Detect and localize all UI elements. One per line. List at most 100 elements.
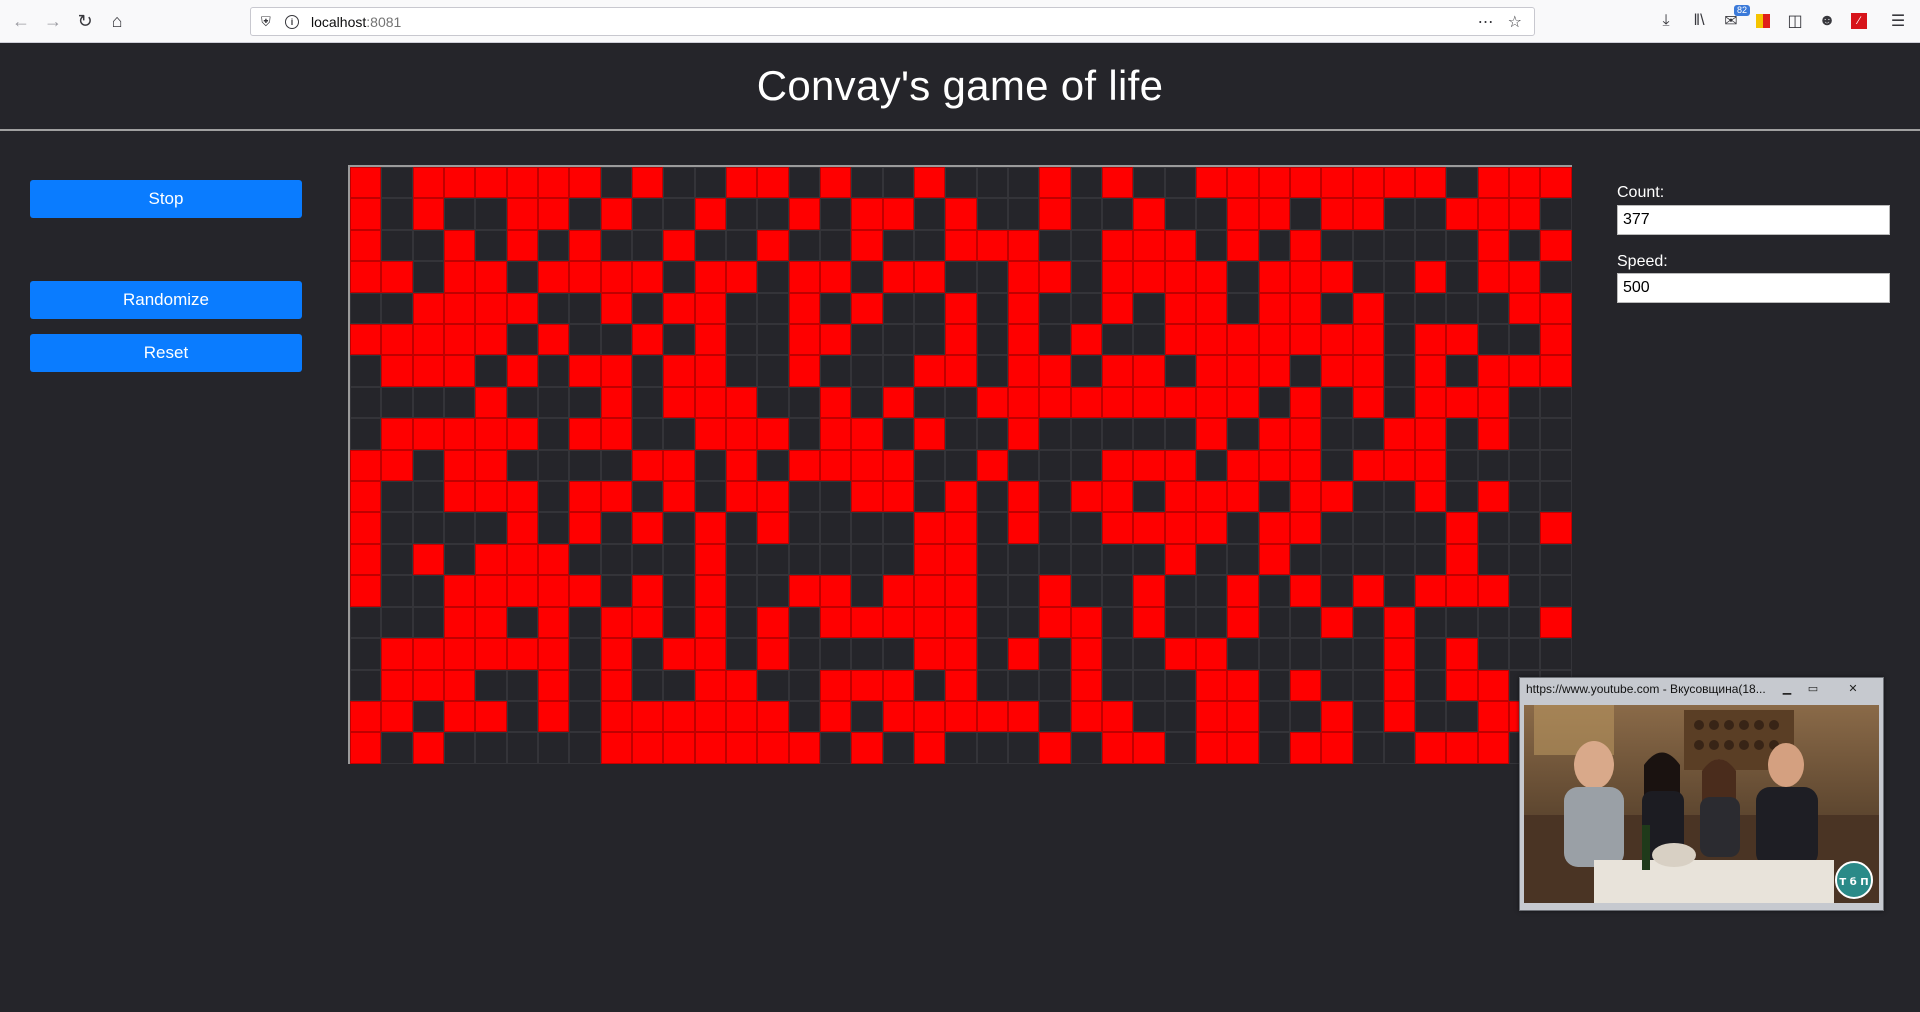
live-cell[interactable] [1289,669,1322,701]
live-cell[interactable] [1070,386,1102,419]
live-cell[interactable] [1258,543,1290,576]
live-cell[interactable] [945,700,977,733]
dead-cell[interactable] [1383,355,1416,387]
live-cell[interactable] [1383,606,1416,639]
dead-cell[interactable] [945,418,977,450]
live-cell[interactable] [1164,386,1196,419]
live-cell[interactable] [600,292,632,325]
live-cell[interactable] [1227,606,1259,639]
dead-cell[interactable] [694,449,726,482]
dead-cell[interactable] [381,575,413,607]
live-cell[interactable] [1258,512,1290,544]
dead-cell[interactable] [663,167,695,199]
dead-cell[interactable] [913,292,946,325]
dead-cell[interactable] [757,449,789,482]
live-cell[interactable] [1289,386,1322,419]
live-cell[interactable] [1289,449,1322,482]
live-cell[interactable] [1195,732,1228,764]
live-cell[interactable] [569,261,601,293]
live-cell[interactable] [757,512,789,544]
dead-cell[interactable] [976,324,1008,356]
live-cell[interactable] [443,669,476,701]
dead-cell[interactable] [600,324,632,356]
dead-cell[interactable] [1195,575,1228,607]
dead-cell[interactable] [1101,638,1134,670]
live-cell[interactable] [1101,355,1134,387]
live-cell[interactable] [1383,167,1416,199]
live-cell[interactable] [506,418,538,450]
live-cell[interactable] [1352,324,1384,356]
dead-cell[interactable] [381,167,413,199]
dead-cell[interactable] [725,512,758,544]
live-cell[interactable] [631,449,664,482]
live-cell[interactable] [1101,292,1134,325]
dead-cell[interactable] [788,418,820,450]
live-cell[interactable] [725,386,758,419]
live-cell[interactable] [1415,418,1447,450]
dead-cell[interactable] [1007,167,1040,199]
live-cell[interactable] [443,355,476,387]
dead-cell[interactable] [381,481,413,513]
live-cell[interactable] [788,198,820,230]
live-cell[interactable] [663,732,695,764]
dead-cell[interactable] [1509,575,1541,607]
dead-cell[interactable] [1289,606,1322,639]
dead-cell[interactable] [913,669,946,701]
live-cell[interactable] [600,700,632,733]
live-cell[interactable] [1007,386,1040,419]
dead-cell[interactable] [1227,292,1259,325]
live-cell[interactable] [412,292,444,325]
live-cell[interactable] [1164,481,1196,513]
dead-cell[interactable] [1352,512,1384,544]
live-cell[interactable] [694,638,726,670]
live-cell[interactable] [1321,700,1353,733]
live-cell[interactable] [1133,355,1165,387]
live-cell[interactable] [537,669,570,701]
live-cell[interactable] [1446,512,1478,544]
live-cell[interactable] [1415,261,1447,293]
live-cell[interactable] [1258,355,1290,387]
live-cell[interactable] [1227,355,1259,387]
dead-cell[interactable] [569,198,601,230]
dead-cell[interactable] [1321,638,1353,670]
reload-icon[interactable]: ↻ [72,8,98,34]
live-cell[interactable] [1227,229,1259,262]
dead-cell[interactable] [851,700,883,733]
live-cell[interactable] [1070,481,1102,513]
dead-cell[interactable] [412,386,444,419]
dead-cell[interactable] [1540,543,1572,576]
live-cell[interactable] [1039,355,1071,387]
dead-cell[interactable] [1383,324,1416,356]
dead-cell[interactable] [569,732,601,764]
dead-cell[interactable] [757,324,789,356]
live-cell[interactable] [600,669,632,701]
dead-cell[interactable] [1540,386,1572,419]
dead-cell[interactable] [1540,449,1572,482]
dead-cell[interactable] [1070,575,1102,607]
live-cell[interactable] [819,386,852,419]
live-cell[interactable] [569,167,601,199]
live-cell[interactable] [819,261,852,293]
dead-cell[interactable] [1070,229,1102,262]
live-cell[interactable] [475,575,507,607]
live-cell[interactable] [1101,512,1134,544]
live-cell[interactable] [1007,638,1040,670]
dead-cell[interactable] [882,638,914,670]
dead-cell[interactable] [757,292,789,325]
live-cell[interactable] [725,449,758,482]
live-cell[interactable] [694,543,726,576]
dead-cell[interactable] [475,669,507,701]
dead-cell[interactable] [1415,292,1447,325]
live-cell[interactable] [1227,449,1259,482]
dead-cell[interactable] [1509,543,1541,576]
live-cell[interactable] [1101,167,1134,199]
dead-cell[interactable] [819,732,852,764]
live-cell[interactable] [1383,638,1416,670]
info-icon[interactable]: i [285,14,299,29]
dead-cell[interactable] [443,732,476,764]
dead-cell[interactable] [725,198,758,230]
live-cell[interactable] [1258,167,1290,199]
live-cell[interactable] [569,575,601,607]
live-cell[interactable] [725,732,758,764]
dead-cell[interactable] [1007,575,1040,607]
